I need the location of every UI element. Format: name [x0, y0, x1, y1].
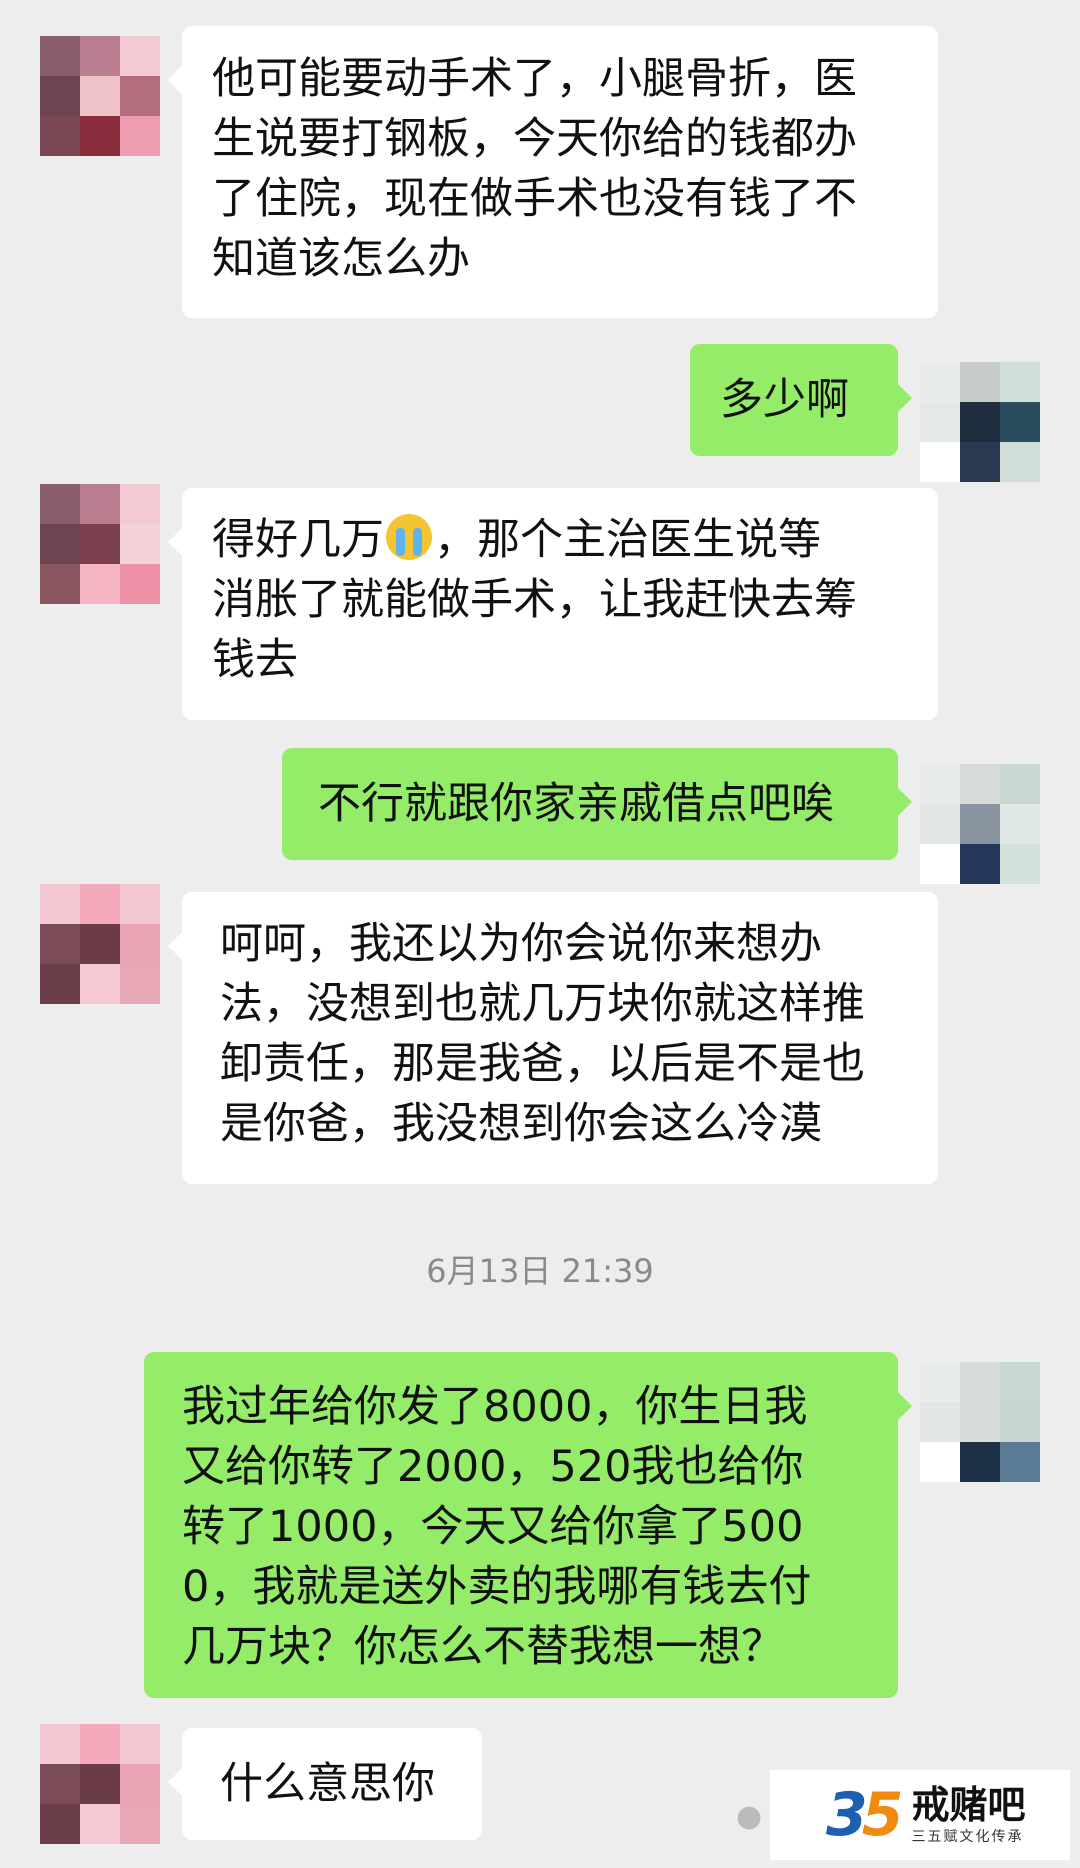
contact-avatar[interactable] — [40, 1724, 160, 1844]
message-text: 多少啊 — [720, 375, 849, 425]
my-avatar[interactable] — [920, 764, 1040, 884]
message-text: 我过年给你发了8000，你生日我 — [182, 1382, 808, 1432]
message-text: 钱去 — [212, 635, 298, 685]
incoming-message-bubble[interactable]: 什么意思你 — [168, 1728, 482, 1840]
incoming-message-bubble[interactable]: 得好几万 ，那个主治医生说等 消胀了就能做手术，让我赶快去筹 钱去 — [168, 488, 938, 720]
message-text: 知道该怎么办 — [212, 234, 470, 284]
message-line-with-emoji: 得好几万 ，那个主治医生说等 — [212, 510, 908, 570]
message-text: 卸责任，那是我爸，以后是不是也 — [220, 1039, 865, 1089]
message-text: 法，没想到也就几万块你就这样推 — [220, 979, 865, 1029]
message-text: 几万块？你怎么不替我想一想？ — [182, 1622, 784, 1672]
message-text: 0，我就是送外卖的我哪有钱去付 — [182, 1562, 812, 1612]
message-text: 不行就跟你家亲戚借点吧唉 — [318, 779, 834, 829]
message-timestamp: 6月13日 21:39 — [426, 1252, 654, 1290]
watermark: ● 35 戒赌吧 三五赋文化传承 — [736, 1770, 1070, 1860]
outgoing-message-bubble[interactable]: 多少啊 — [690, 344, 912, 456]
contact-avatar[interactable] — [40, 884, 160, 1004]
logo-icon: 35 — [826, 1780, 903, 1850]
incoming-message-bubble[interactable]: 呵呵，我还以为你会说你来想办 法，没想到也就几万块你就这样推 卸责任，那是我爸，… — [168, 892, 938, 1184]
message-text: 消胀了就能做手术，让我赶快去筹 — [212, 575, 857, 625]
my-avatar[interactable] — [920, 1362, 1040, 1482]
watermark-title: 戒赌吧 — [911, 1783, 1026, 1827]
message-text: 生说要打钢板，今天你给的钱都办 — [212, 114, 857, 164]
contact-avatar[interactable] — [40, 484, 160, 604]
crying-face-emoji-icon — [386, 514, 432, 560]
message-text: 他可能要动手术了，小腿骨折，医 — [212, 54, 857, 104]
wechat-icon: ● — [736, 1799, 763, 1834]
message-text: 又给你转了2000，520我也给你 — [182, 1442, 804, 1492]
message-text: 得好几万 — [212, 515, 384, 565]
message-text: ，那个主治医生说等 — [434, 515, 821, 565]
watermark-subtitle: 三五赋文化传承 — [911, 1829, 1024, 1845]
message-text: 转了1000，今天又给你拿了500 — [182, 1502, 804, 1552]
contact-avatar[interactable] — [40, 36, 160, 156]
outgoing-message-bubble[interactable]: 不行就跟你家亲戚借点吧唉 — [282, 748, 912, 860]
message-text: 什么意思你 — [220, 1759, 435, 1809]
message-text: 呵呵，我还以为你会说你来想办 — [220, 919, 822, 969]
watermark-text: 戒赌吧 三五赋文化传承 — [912, 1784, 1026, 1846]
message-text: 是你爸，我没想到你会这么冷漠 — [220, 1099, 822, 1149]
incoming-message-bubble[interactable]: 他可能要动手术了，小腿骨折，医 生说要打钢板，今天你给的钱都办 了住院，现在做手… — [168, 26, 938, 318]
outgoing-message-bubble[interactable]: 我过年给你发了8000，你生日我 又给你转了2000，520我也给你 转了100… — [144, 1352, 912, 1698]
message-text: 了住院，现在做手术也没有钱了不 — [212, 174, 857, 224]
my-avatar[interactable] — [920, 362, 1040, 482]
